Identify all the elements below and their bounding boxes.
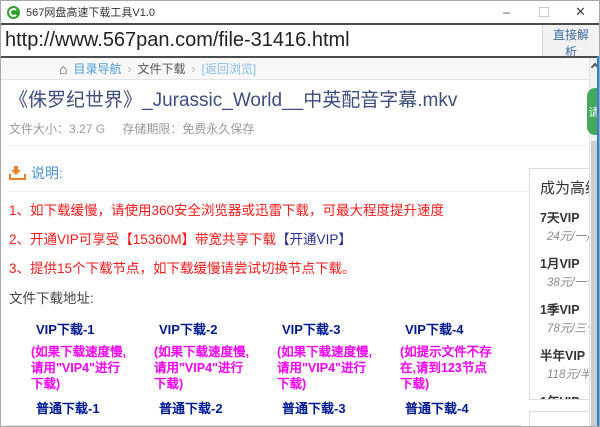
download-note-2: (如果下载速度慢, 请用"VIP4"进行 下载)	[154, 344, 277, 392]
app-window: 567网盘高速下载工具V1.0 – ✕ 直接解析 ⌂ 目录导航 › 文件下载 ›…	[0, 0, 600, 427]
note-number: 2、	[9, 232, 30, 247]
breadcrumb: ⌂ 目录导航 › 文件下载 › [返回浏览]	[1, 58, 599, 80]
file-title: 《侏罗纪世界》_Jurassic_World__中英配音字幕.mkv	[9, 90, 587, 112]
note-line: 请用"VIP4"进行	[154, 360, 277, 376]
vip-download-link-1[interactable]: VIP下载-1	[36, 319, 154, 338]
vip-download-link-4[interactable]: VIP下载-4	[405, 319, 523, 338]
normal-download-link-4[interactable]: 普通下载-4	[405, 398, 523, 417]
close-button[interactable]: ✕	[562, 1, 599, 23]
storage-value: 免费永久保存	[182, 122, 254, 136]
note-number: 1、	[9, 203, 30, 218]
note-item-3: 3、提供15个下载节点，如下载缓慢请尝试切换节点下载。	[9, 254, 587, 283]
content-area: 《侏罗纪世界》_Jurassic_World__中英配音字幕.mkv 文件大小：…	[1, 80, 587, 427]
download-icon	[9, 166, 24, 180]
minimize-button[interactable]: –	[488, 1, 525, 23]
breadcrumb-separator: ›	[127, 62, 131, 76]
notes-label: 说明:	[31, 163, 63, 183]
breadcrumb-directory-link[interactable]: 目录导航	[73, 60, 121, 77]
download-note-4: (如提示文件不存 在,请到123节点 下载)	[400, 344, 523, 392]
note-line: 下载)	[400, 376, 523, 392]
note-line: (如果下载速度慢,	[31, 344, 154, 360]
download-icon-arrow	[14, 166, 18, 170]
note-text: 如下载缓慢，请使用360安全浏览器或迅雷下载，可最大程度提升速度	[30, 203, 444, 218]
divider	[9, 191, 587, 192]
note-line: (如果下载速度慢,	[154, 344, 277, 360]
file-size-label: 文件大小：	[9, 122, 69, 136]
note-line: 在,请到123节点	[400, 360, 523, 376]
title-bar: 567网盘高速下载工具V1.0 – ✕	[1, 1, 599, 23]
download-links-grid: VIP下载-1 (如果下载速度慢, 请用"VIP4"进行 下载) 普通下载-1 …	[9, 319, 587, 417]
note-line: (如果下载速度慢,	[277, 344, 400, 360]
note-line: 下载)	[154, 376, 277, 392]
breadcrumb-back-link[interactable]: [返回浏览]	[202, 60, 257, 77]
note-line: 请用"VIP4"进行	[31, 360, 154, 376]
window-controls: – ✕	[488, 1, 599, 23]
parse-button[interactable]: 直接解析	[542, 25, 599, 56]
file-meta: 文件大小：3.27 G 存储期限：免费永久保存	[9, 120, 587, 137]
breadcrumb-separator: ›	[192, 62, 196, 76]
note-item-1: 1、如下载缓慢，请使用360安全浏览器或迅雷下载，可最大程度提升速度	[9, 196, 587, 225]
download-icon-tray	[9, 174, 26, 180]
download-column-3: VIP下载-3 (如果下载速度慢, 请用"VIP4"进行 下载) 普通下载-3	[277, 319, 400, 417]
notes-list: 1、如下载缓慢，请使用360安全浏览器或迅雷下载，可最大程度提升速度 2、开通V…	[9, 196, 587, 283]
divider	[9, 145, 587, 146]
window-accent-border	[597, 56, 599, 427]
download-column-1: VIP下载-1 (如果下载速度慢, 请用"VIP4"进行 下载) 普通下载-1	[31, 319, 154, 417]
note-line: 下载)	[277, 376, 400, 392]
url-bar: 直接解析	[1, 23, 599, 58]
download-address-heading: 文件下载地址:	[9, 287, 587, 307]
note-line: 请用"VIP4"进行	[277, 360, 400, 376]
file-size-value: 3.27 G	[69, 122, 105, 136]
breadcrumb-current[interactable]: 文件下载	[137, 60, 185, 77]
notes-heading: 说明:	[9, 163, 587, 183]
window-title: 567网盘高速下载工具V1.0	[26, 4, 488, 20]
home-icon[interactable]: ⌂	[59, 62, 67, 76]
app-icon	[7, 6, 20, 19]
open-vip-link[interactable]: 【开通VIP】	[276, 232, 352, 247]
vip-download-link-2[interactable]: VIP下载-2	[159, 319, 277, 338]
normal-download-link-1[interactable]: 普通下载-1	[36, 398, 154, 417]
app-icon-swirl	[9, 8, 18, 17]
storage-label: 存储期限：	[122, 122, 182, 136]
vip-download-link-3[interactable]: VIP下载-3	[282, 319, 400, 338]
note-line: (如提示文件不存	[400, 344, 523, 360]
normal-download-link-3[interactable]: 普通下载-3	[282, 398, 400, 417]
maximize-icon	[539, 7, 549, 17]
note-text: 开通VIP可享受【15360M】带宽共享下载	[30, 232, 276, 247]
note-text: 提供15个下载节点，如下载缓慢请尝试切换节点下载。	[30, 261, 356, 276]
maximize-button[interactable]	[525, 1, 562, 23]
download-note-3: (如果下载速度慢, 请用"VIP4"进行 下载)	[277, 344, 400, 392]
download-note-1: (如果下载速度慢, 请用"VIP4"进行 下载)	[31, 344, 154, 392]
url-input[interactable]	[1, 25, 542, 56]
note-item-2: 2、开通VIP可享受【15360M】带宽共享下载【开通VIP】	[9, 225, 587, 254]
note-number: 3、	[9, 261, 30, 276]
normal-download-link-2[interactable]: 普通下载-2	[159, 398, 277, 417]
download-column-2: VIP下载-2 (如果下载速度慢, 请用"VIP4"进行 下载) 普通下载-2	[154, 319, 277, 417]
note-line: 下载)	[31, 376, 154, 392]
download-column-4: VIP下载-4 (如提示文件不存 在,请到123节点 下载) 普通下载-4	[400, 319, 523, 417]
